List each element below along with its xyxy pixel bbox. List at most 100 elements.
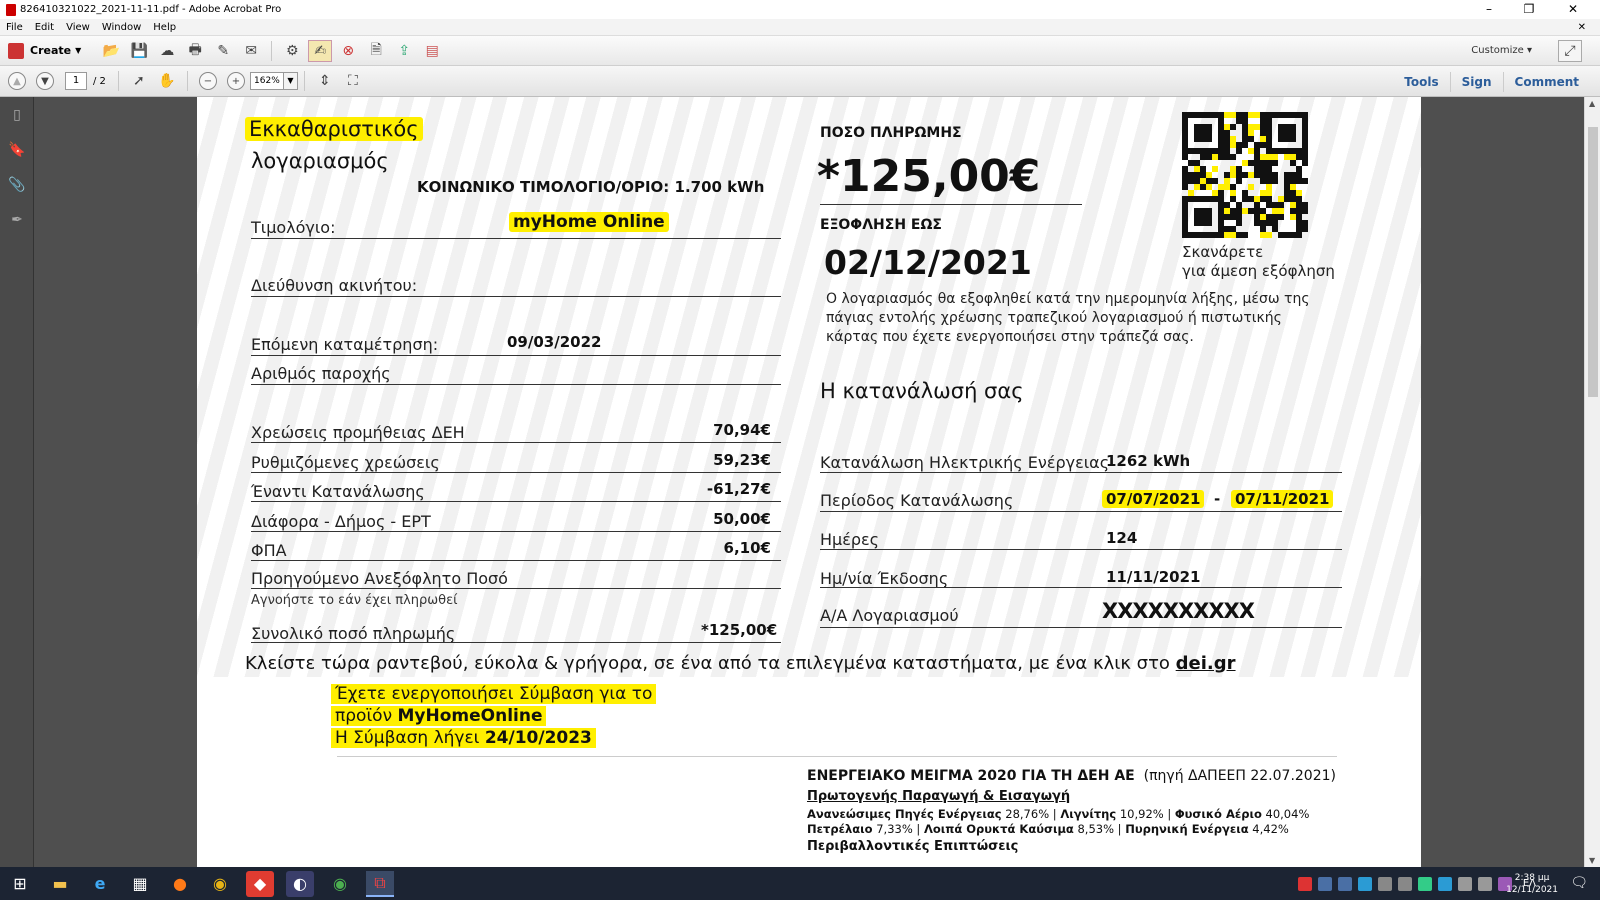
zoom-level-input[interactable]: 162% [249, 72, 284, 90]
acrobat-taskbar-icon[interactable]: ⧉ [366, 870, 394, 897]
mix-source-value: 10,92% [1119, 807, 1164, 821]
vertical-scrollbar[interactable]: ▲ ▼ [1584, 97, 1600, 867]
scrollbar-thumb[interactable] [1588, 127, 1598, 397]
zoom-out-icon[interactable]: − [198, 72, 217, 90]
previous-page-icon[interactable]: ▲ [8, 72, 26, 90]
cloud-upload-icon[interactable]: ☁ [155, 40, 179, 62]
page-number-input[interactable]: 1 [65, 72, 87, 90]
tariff-label: Τιμολόγιο: [251, 218, 336, 237]
toolbar-separator [303, 71, 305, 91]
gear-icon[interactable]: ⚙ [280, 40, 304, 62]
comment-tool-icon[interactable]: ✍ [308, 39, 333, 62]
minimize-button[interactable]: – [1472, 0, 1506, 19]
pdf-page: Εκκαθαριστικός λογαριασμός ΚΟΙΝΩΝΙΚΟ ΤΙΜ… [197, 97, 1421, 867]
close-window-button[interactable]: ✕ [1556, 0, 1590, 19]
period-to: 07/11/2021 [1231, 490, 1334, 508]
comment-link[interactable]: Comment [1502, 71, 1590, 92]
document-icon[interactable]: 🗎 [364, 40, 388, 62]
next-reading-label: Επόμενη καταμέτρηση: [251, 335, 439, 354]
tray-icon[interactable] [1337, 876, 1352, 891]
file-explorer-icon[interactable]: ▬ [46, 871, 74, 897]
tools-link[interactable]: Tools [1393, 72, 1449, 92]
volume-icon[interactable] [1477, 876, 1492, 891]
supply-number-label: Αριθμός παροχής [251, 364, 391, 383]
attachment-icon[interactable]: 📎 [8, 177, 26, 195]
export-icon[interactable]: ⇪ [392, 40, 416, 62]
calculator-icon[interactable]: ▦ [126, 871, 154, 897]
bookmark-icon[interactable]: 🔖 [8, 142, 26, 160]
tray-icon[interactable] [1397, 876, 1412, 891]
tray-icon[interactable] [1357, 876, 1372, 891]
tray-icon[interactable] [1317, 876, 1332, 891]
firefox-icon[interactable]: ● [166, 871, 194, 897]
zoom-dropdown-icon[interactable]: ▼ [283, 72, 298, 90]
close-document-icon[interactable]: ✕ [1572, 22, 1592, 33]
scroll-down-icon[interactable]: ▼ [1589, 856, 1595, 865]
clock-time: 2:38 μμ [1514, 873, 1550, 883]
main-toolbar: Create ▼ 📂 💾 ☁ 🖶 ✎ ✉ ⚙ ✍ ⊗ 🗎 ⇪ ▤ Customi… [0, 36, 1600, 66]
menu-edit[interactable]: Edit [29, 22, 60, 33]
app-icon[interactable]: ◐ [286, 870, 314, 897]
fit-width-icon[interactable]: ⇕ [313, 70, 337, 92]
document-viewport[interactable]: Εκκαθαριστικός λογαριασμός ΚΟΙΝΩΝΙΚΟ ΤΙΜ… [34, 97, 1584, 867]
print-icon[interactable]: 🖶 [183, 40, 207, 62]
tray-icon[interactable] [1417, 876, 1432, 891]
menu-help[interactable]: Help [147, 22, 182, 33]
tray-icon[interactable] [1377, 876, 1392, 891]
hand-tool-icon[interactable]: ✋ [155, 70, 179, 92]
divider [820, 204, 1082, 205]
total-label: Συνολικό ποσό πληρωμής [251, 624, 456, 643]
next-page-icon[interactable]: ▼ [36, 72, 54, 90]
chrome-icon-2[interactable]: ◉ [326, 871, 354, 897]
divider [251, 642, 781, 643]
edit-icon[interactable]: ✎ [211, 40, 235, 62]
chrome-icon[interactable]: ◉ [206, 871, 234, 897]
notification-icon[interactable]: 🗨 [1570, 875, 1588, 891]
restore-button[interactable]: ❐ [1512, 0, 1546, 19]
energy-mix-row-1: Ανανεώσιμες Πηγές Ενέργειας 28,76% | Λιγ… [807, 807, 1309, 821]
page-total: / 2 [93, 75, 106, 87]
customize-dropdown[interactable]: Customize ▾ [1471, 45, 1532, 56]
open-folder-icon[interactable]: 📂 [99, 40, 123, 62]
mix-separator: | [912, 822, 924, 836]
charge-value: -61,27€ [706, 480, 771, 498]
zoom-in-icon[interactable]: + [226, 72, 245, 90]
energy-mix-title: ΕΝΕΡΓΕΙΑΚΟ ΜΕΙΓΜΑ 2020 ΓΙΑ ΤΗ ΔΕΗ ΑΕ (πη… [807, 768, 1336, 784]
form-icon[interactable]: ▤ [420, 40, 444, 62]
fit-page-icon[interactable]: ⛶ [341, 70, 365, 92]
ignore-note: Αγνοήστε το εάν έχει πληρωθεί [251, 593, 458, 608]
qr-code[interactable] [1182, 112, 1308, 238]
expand-icon[interactable]: ⤢ [1558, 39, 1582, 62]
divider [820, 587, 1342, 588]
charge-label: Ρυθμιζόμενες χρεώσεις [251, 452, 440, 472]
network-icon[interactable] [1457, 876, 1472, 891]
days-value: 124 [1106, 529, 1138, 547]
anydesk-icon[interactable]: ◆ [246, 870, 274, 897]
windows-start-icon[interactable]: ⊞ [6, 871, 34, 897]
task-pane-links: Tools Sign Comment [1393, 66, 1590, 97]
taskbar-clock[interactable]: 2:38 μμ 12/11/2021 [1506, 872, 1558, 896]
redact-icon[interactable]: ⊗ [336, 40, 360, 62]
divider [251, 384, 781, 385]
menu-window[interactable]: Window [96, 22, 147, 33]
sign-link[interactable]: Sign [1449, 71, 1503, 92]
select-cursor-icon[interactable]: ➚ [127, 70, 151, 92]
menu-file[interactable]: File [0, 22, 29, 33]
windows-taskbar: ⊞ ▬ e ▦ ● ◉ ◆ ◐ ◉ ⧉ ΕΛ 2:38 μμ 12/11/202… [0, 867, 1600, 900]
menu-view[interactable]: View [60, 22, 96, 33]
tray-icon[interactable] [1437, 876, 1452, 891]
previous-unpaid-label: Προηγούμενο Ανεξόφλητο Ποσό [251, 569, 508, 588]
mix-separator: | [1163, 807, 1175, 821]
anydesk-tray-icon[interactable] [1297, 876, 1312, 891]
dei-link[interactable]: dei.gr [1176, 653, 1236, 674]
internet-explorer-icon[interactable]: e [86, 871, 114, 897]
charge-label: Διάφορα - Δήμος - ΕΡΤ [251, 511, 431, 531]
create-button[interactable]: Create ▼ [8, 42, 81, 59]
divider [251, 442, 781, 443]
save-icon[interactable]: 💾 [127, 40, 151, 62]
email-icon[interactable]: ✉ [239, 40, 263, 62]
divider [820, 472, 1342, 473]
scroll-up-icon[interactable]: ▲ [1589, 99, 1595, 108]
pages-icon[interactable]: ▯ [8, 107, 26, 125]
signature-icon[interactable]: ✒ [8, 212, 26, 230]
